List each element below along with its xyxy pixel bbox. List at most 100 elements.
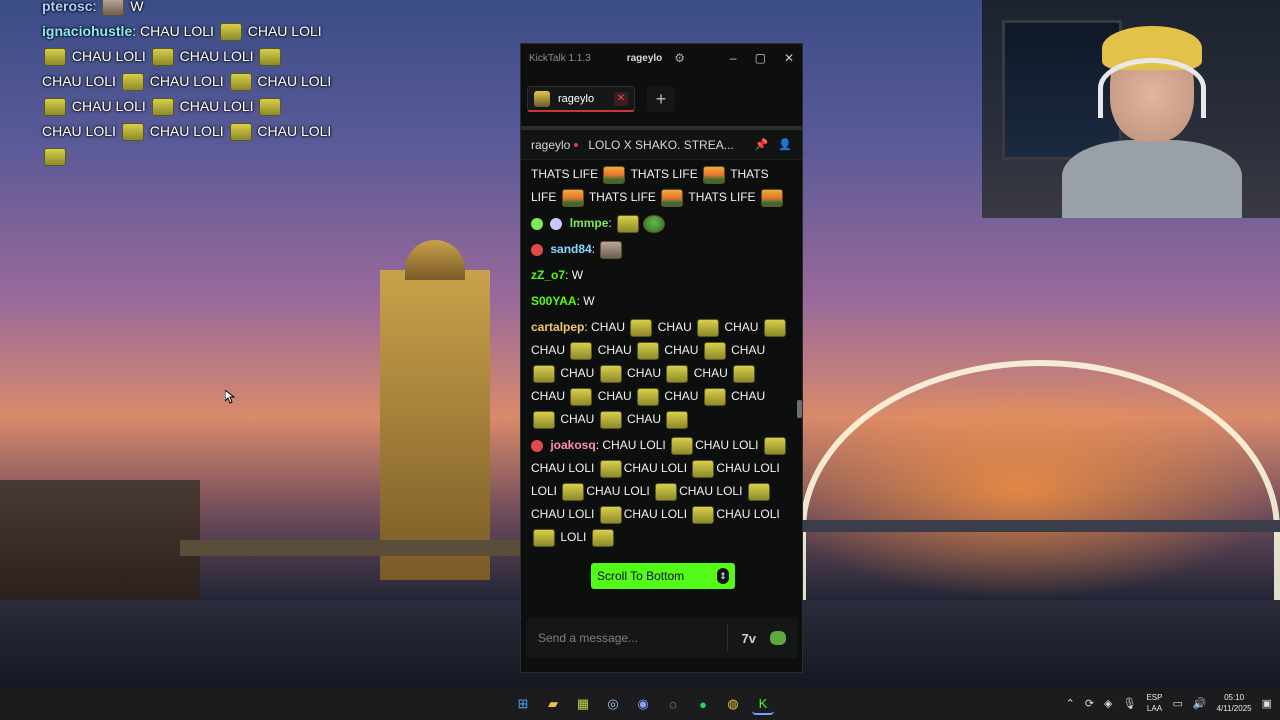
security-icon[interactable]: ◈ <box>1104 697 1112 710</box>
bridge-tower-left <box>380 270 490 580</box>
game-app-icon[interactable]: ▦ <box>572 693 594 715</box>
emote-icon <box>533 364 555 383</box>
message-text: CHAU <box>731 389 766 403</box>
badge-icon <box>550 217 563 230</box>
emote-icon <box>703 165 726 184</box>
gear-icon[interactable]: ⚙ <box>674 51 685 65</box>
stream-channel[interactable]: rageylo <box>531 138 570 152</box>
stream-title: LOLO X SHAKO. STREA... <box>588 137 734 152</box>
app-title: KickTalk 1.1.3 <box>529 52 591 64</box>
close-tab-icon[interactable]: ✕ <box>614 91 628 106</box>
overlay-chat-line: CHAU LOLI CHAU LOLI CHAU LOLI <box>42 69 372 94</box>
chevron-up-icon[interactable]: ⌃ <box>1066 697 1075 710</box>
kicktalk-app-icon[interactable]: K <box>752 693 774 715</box>
emote-icon <box>763 436 786 455</box>
language-layout: LAA <box>1146 704 1163 713</box>
overlay-chat-line <box>42 144 372 169</box>
divider <box>726 624 728 652</box>
emote-icon <box>697 318 720 337</box>
emote-icon <box>671 436 694 455</box>
microphone-icon[interactable]: 🎙 <box>1123 697 1137 710</box>
message-text: LOLI <box>560 530 587 544</box>
message-text: CHAU LOLI <box>602 438 666 452</box>
discord-icon[interactable]: ◉ <box>632 693 654 715</box>
emote-icon <box>44 148 66 167</box>
tab-rageylo[interactable]: rageylo ✕ <box>527 86 635 112</box>
obs-icon[interactable]: ◌ <box>662 693 684 715</box>
bridge-deck-right <box>800 520 1280 532</box>
message-text: CHAU <box>664 343 699 357</box>
message-text: CHAU LOLI <box>531 461 595 475</box>
chat-username[interactable]: joakosq <box>550 438 595 452</box>
user-icon[interactable]: 👤 <box>778 138 792 151</box>
emote-icon <box>591 528 614 547</box>
titlebar: KickTalk 1.1.3 rageylo ⚙ – ▢ ✕ <box>521 44 802 72</box>
arrow-down-icon: ⇕ <box>717 568 729 584</box>
emote-icon <box>561 188 584 207</box>
emote-icon <box>643 214 666 233</box>
chat-message: lmmpe: <box>531 212 792 235</box>
chat-username[interactable]: zZ_o7 <box>531 268 565 282</box>
emote-icon <box>603 165 626 184</box>
message-text: CHAU LOLI <box>716 461 780 475</box>
pin-icon[interactable]: 📌 <box>755 138 769 151</box>
emote-icon <box>229 73 252 92</box>
message-text: CHAU <box>731 343 766 357</box>
emote-icon <box>219 23 242 42</box>
message-input[interactable]: Send a message... 7v <box>526 618 798 658</box>
chat-message: THATS LIFE THATS LIFE THATS LIFE THATS L… <box>531 163 792 209</box>
taskbar: ⊞ ▰ ▦ ◎ ◉ ◌ ● ◍ K ⌃ ⟳ ◈ 🎙 ESP LAA ▭ 🔊 05… <box>0 688 1280 720</box>
file-explorer-icon[interactable]: ▰ <box>542 693 564 715</box>
sync-icon[interactable]: ⟳ <box>1085 697 1094 710</box>
badge-icon <box>531 439 543 452</box>
network-icon[interactable]: ▭ <box>1172 697 1182 710</box>
message-text: CHAU <box>657 320 692 334</box>
volume-icon[interactable]: 🔊 <box>1193 697 1207 710</box>
avatar <box>534 90 550 107</box>
add-tab-button[interactable]: + <box>647 86 675 112</box>
message-text: W <box>571 268 584 282</box>
language-indicator[interactable]: ESP LAA <box>1146 692 1162 714</box>
emote-icon <box>600 240 623 259</box>
steam-icon[interactable]: ◎ <box>602 693 624 715</box>
windows-start-icon[interactable]: ⊞ <box>512 693 534 715</box>
message-text: CHAU LOLI <box>531 507 595 521</box>
overlay-message: CHAU LOLI <box>179 48 254 64</box>
message-text: CHAU <box>597 389 632 403</box>
chat-scrollbar[interactable] <box>797 400 802 418</box>
account-chip[interactable]: rageylo <box>619 51 671 66</box>
chat-username[interactable]: lmmpe <box>570 216 609 230</box>
message-text: CHAU <box>531 343 566 357</box>
scroll-to-bottom-button[interactable]: Scroll To Bottom ⇕ <box>591 563 735 589</box>
notification-icon[interactable]: ▣ <box>1262 697 1272 710</box>
emote-icon <box>599 505 622 524</box>
message-text: CHAU LOLI <box>586 484 650 498</box>
chat-message: sand84: <box>531 238 792 261</box>
emote-icon <box>44 48 66 67</box>
emote-icon <box>121 73 144 92</box>
overlay-message: CHAU LOLI <box>179 98 254 114</box>
header-icons: 📌 👤 <box>755 138 792 151</box>
message-text: CHAU LOLI <box>623 507 688 521</box>
chat-username[interactable]: cartalpep <box>531 320 584 334</box>
chrome-icon[interactable]: ◍ <box>722 693 744 715</box>
emote-picker-icon[interactable] <box>770 631 786 645</box>
emote-icon <box>562 482 585 501</box>
clock[interactable]: 05:10 4/11/2025 <box>1217 692 1252 714</box>
stream-chat-overlay: pterosc: W ignaciohustle: CHAU LOLI CHAU… <box>42 0 372 169</box>
overlay-message: W <box>130 0 144 14</box>
chat-username[interactable]: S00YAA <box>531 294 577 308</box>
spotify-icon[interactable]: ● <box>692 693 714 715</box>
overlay-message: CHAU LOLI <box>42 123 116 139</box>
chat-username[interactable]: sand84 <box>550 242 591 256</box>
emote-icon <box>703 387 726 406</box>
window-controls: – ▢ ✕ <box>730 51 794 65</box>
minimize-icon[interactable]: – <box>730 51 737 65</box>
maximize-icon[interactable]: ▢ <box>755 51 766 65</box>
emote-icon <box>570 341 593 360</box>
close-icon[interactable]: ✕ <box>784 51 794 65</box>
emote-icon <box>703 341 726 360</box>
7tv-emote-icon[interactable]: 7v <box>742 631 756 646</box>
emote-icon <box>229 123 252 142</box>
message-text: CHAU LOLI <box>716 507 780 521</box>
